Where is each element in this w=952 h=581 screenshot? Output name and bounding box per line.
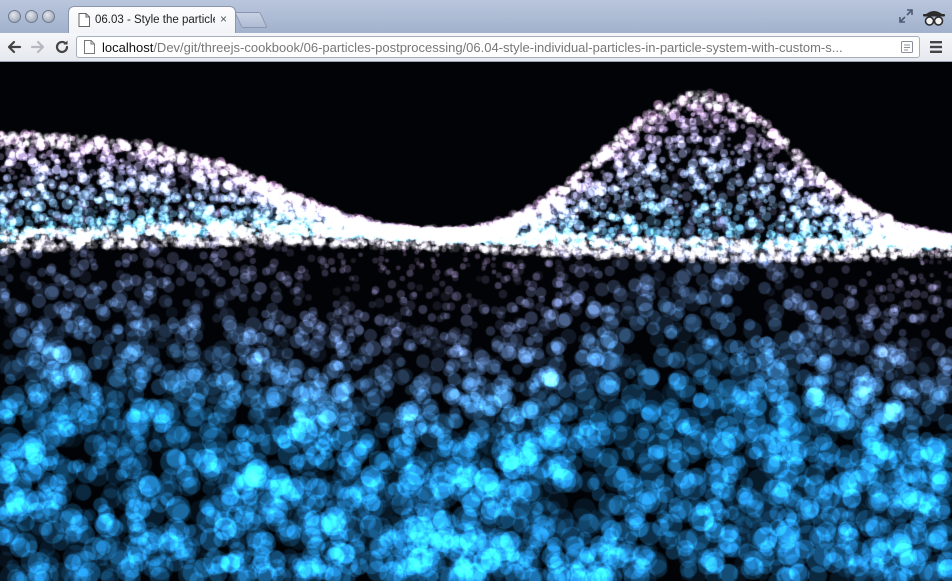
- url-path: /Dev/git/threejs-cookbook/06-particles-p…: [153, 40, 843, 55]
- address-bar[interactable]: localhost/Dev/git/threejs-cookbook/06-pa…: [76, 36, 920, 58]
- reload-icon[interactable]: [52, 37, 72, 57]
- new-tab-button[interactable]: [234, 12, 268, 28]
- url-host: localhost: [102, 40, 154, 55]
- zoom-window-button[interactable]: [42, 10, 55, 23]
- webgl-viewport[interactable]: [0, 62, 952, 581]
- tab-close-icon[interactable]: ×: [220, 12, 227, 26]
- url-text: localhost/Dev/git/threejs-cookbook/06-pa…: [102, 40, 892, 55]
- tab-title: 06.03 - Style the particles: [95, 14, 215, 26]
- hamburger-menu-icon[interactable]: [928, 39, 944, 55]
- tab-strip: 06.03 - Style the particles ×: [0, 0, 952, 34]
- browser-window: 06.03 - Style the particles × localhost/…: [0, 0, 952, 581]
- browser-tab[interactable]: 06.03 - Style the particles ×: [68, 6, 236, 34]
- close-window-button[interactable]: [8, 10, 21, 23]
- toolbar: localhost/Dev/git/threejs-cookbook/06-pa…: [0, 33, 952, 62]
- page-icon: [78, 13, 90, 27]
- forward-arrow-icon[interactable]: [28, 37, 48, 57]
- page-action-icon[interactable]: [900, 40, 914, 54]
- particle-system-canvas[interactable]: [0, 62, 952, 581]
- expand-icon[interactable]: [898, 8, 914, 24]
- back-arrow-icon[interactable]: [4, 37, 24, 57]
- page-icon: [84, 40, 95, 54]
- incognito-icon: [923, 11, 945, 26]
- minimize-window-button[interactable]: [25, 10, 38, 23]
